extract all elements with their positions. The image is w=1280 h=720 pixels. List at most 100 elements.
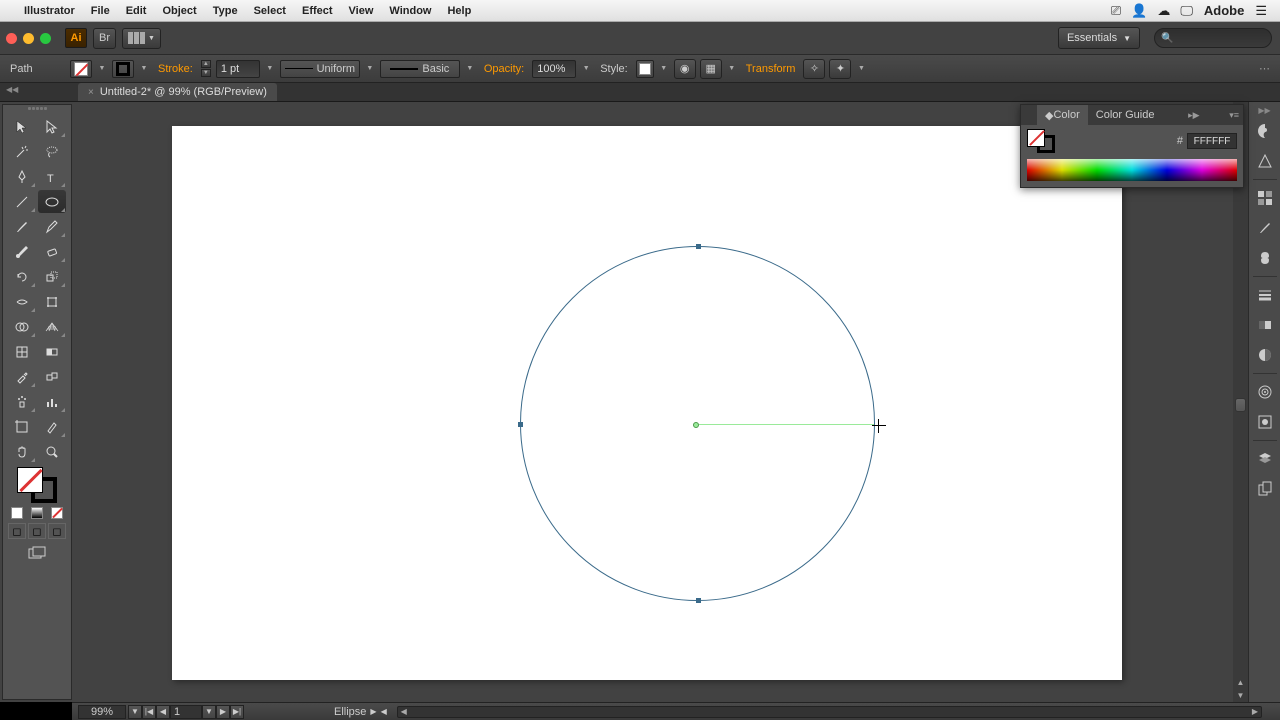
isolate-button[interactable]: ✧ xyxy=(803,59,825,79)
color-spectrum[interactable] xyxy=(1027,159,1237,181)
width-tool[interactable] xyxy=(8,290,36,313)
color-tab[interactable]: ◆ Color xyxy=(1037,105,1088,125)
next-artboard-button[interactable]: ▶ xyxy=(216,705,230,719)
color-guide-tab[interactable]: Color Guide xyxy=(1088,105,1163,125)
vertical-scrollbar[interactable]: ▲ ▼ xyxy=(1233,102,1248,702)
brush-dropdown[interactable]: ▼ xyxy=(464,60,476,78)
gradient-tool[interactable] xyxy=(38,340,66,363)
brushes-panel-icon[interactable] xyxy=(1251,215,1279,241)
pencil-tool[interactable] xyxy=(38,215,66,238)
zoom-window-button[interactable] xyxy=(40,33,51,44)
menu-window[interactable]: Window xyxy=(381,5,439,17)
menu-help[interactable]: Help xyxy=(439,5,479,17)
color-guide-panel-icon[interactable] xyxy=(1251,148,1279,174)
shape-builder-tool[interactable] xyxy=(8,315,36,338)
anchor-point[interactable] xyxy=(518,422,523,427)
free-transform-tool[interactable] xyxy=(38,290,66,313)
graphic-styles-panel-icon[interactable] xyxy=(1251,409,1279,435)
scroll-up-icon[interactable]: ▲ xyxy=(1233,676,1248,689)
menu-view[interactable]: View xyxy=(341,5,382,17)
mesh-tool[interactable] xyxy=(8,340,36,363)
panel-menu-icon[interactable]: ▾≡ xyxy=(1225,110,1243,121)
gradient-mode-button[interactable] xyxy=(28,505,46,521)
opacity-dropdown[interactable]: ▼ xyxy=(580,60,592,78)
minimize-window-button[interactable] xyxy=(23,33,34,44)
collapse-dock-icon[interactable]: ▶▶ xyxy=(1258,106,1270,116)
anchor-point[interactable] xyxy=(696,598,701,603)
prev-artboard-button[interactable]: ◀ xyxy=(156,705,170,719)
draw-behind-button[interactable]: ◻ xyxy=(28,523,46,539)
menu-select[interactable]: Select xyxy=(246,5,294,17)
transparency-panel-icon[interactable] xyxy=(1251,342,1279,368)
recolor-artwork-button[interactable]: ◉ xyxy=(674,59,696,79)
lasso-tool[interactable] xyxy=(38,140,66,163)
last-artboard-button[interactable]: ▶| xyxy=(230,705,244,719)
panel-grip-icon[interactable] xyxy=(22,107,52,113)
close-tab-icon[interactable]: × xyxy=(88,87,94,98)
rotate-tool[interactable] xyxy=(8,265,36,288)
similar-dropdown[interactable]: ▼ xyxy=(855,60,867,78)
document-tab[interactable]: × Untitled-2* @ 99% (RGB/Preview) xyxy=(78,83,277,101)
brush-definition[interactable]: Basic xyxy=(380,60,460,78)
menu-file[interactable]: File xyxy=(83,5,118,17)
search-input[interactable]: 🔍 xyxy=(1154,28,1272,48)
stroke-weight-dropdown[interactable]: ▼ xyxy=(264,60,276,78)
list-icon[interactable]: ☰ xyxy=(1250,3,1272,19)
hscroll-left-icon[interactable]: ◀ xyxy=(381,707,387,716)
panel-collapse-icon[interactable]: ▸▶ xyxy=(1184,110,1203,121)
color-panel-fillstroke[interactable] xyxy=(1027,129,1055,153)
menu-object[interactable]: Object xyxy=(154,5,204,17)
artboards-panel-icon[interactable] xyxy=(1251,476,1279,502)
eyedropper-tool[interactable] xyxy=(8,365,36,388)
direct-selection-tool[interactable] xyxy=(38,115,66,138)
profile-dropdown[interactable]: ▼ xyxy=(364,60,376,78)
adobe-label[interactable]: Adobe xyxy=(1198,3,1250,18)
collapse-tools-icon[interactable]: ◀◀ xyxy=(6,85,18,94)
opacity-field[interactable]: 100% xyxy=(532,60,576,78)
user-icon[interactable]: 👤 xyxy=(1126,3,1152,19)
style-dropdown[interactable]: ▼ xyxy=(658,60,670,78)
scale-tool[interactable] xyxy=(38,265,66,288)
blob-brush-tool[interactable] xyxy=(8,240,36,263)
pen-tool[interactable] xyxy=(8,165,36,188)
slice-tool[interactable] xyxy=(38,415,66,438)
symbols-panel-icon[interactable] xyxy=(1251,245,1279,271)
bridge-button[interactable]: Br xyxy=(93,28,116,49)
type-tool[interactable]: T xyxy=(38,165,66,188)
transform-label[interactable]: Transform xyxy=(742,63,800,75)
color-panel-icon[interactable] xyxy=(1251,118,1279,144)
menu-type[interactable]: Type xyxy=(205,5,246,17)
zoom-dropdown[interactable]: ▼ xyxy=(128,705,142,719)
stroke-label[interactable]: Stroke: xyxy=(154,63,197,75)
fill-stroke-control[interactable] xyxy=(17,467,57,503)
select-similar-button[interactable]: ✦ xyxy=(829,59,851,79)
canvas-area[interactable]: ▲ ▼ xyxy=(72,102,1248,702)
symbol-sprayer-tool[interactable] xyxy=(8,390,36,413)
display-icon[interactable]: 🖵 xyxy=(1175,3,1198,19)
stroke-swatch[interactable] xyxy=(112,60,134,78)
eraser-tool[interactable] xyxy=(38,240,66,263)
gradient-panel-icon[interactable] xyxy=(1251,312,1279,338)
fill-dropdown[interactable]: ▼ xyxy=(96,60,108,78)
control-bar-menu-icon[interactable]: ⋯ xyxy=(1255,62,1274,75)
align-button[interactable]: ▦ xyxy=(700,59,722,79)
status-menu-icon[interactable]: ▶ xyxy=(370,707,376,716)
scrollbar-thumb[interactable] xyxy=(1235,398,1246,412)
anchor-point[interactable] xyxy=(696,244,701,249)
color-mode-button[interactable] xyxy=(8,505,26,521)
draw-inside-button[interactable]: ◻ xyxy=(48,523,66,539)
zoom-tool[interactable] xyxy=(38,440,66,463)
menu-app[interactable]: Illustrator xyxy=(16,5,83,17)
stroke-dropdown[interactable]: ▼ xyxy=(138,60,150,78)
stroke-weight-field[interactable]: 1 pt xyxy=(216,60,260,78)
cloud-icon[interactable]: ☁ xyxy=(1152,3,1175,19)
layers-panel-icon[interactable] xyxy=(1251,446,1279,472)
menu-effect[interactable]: Effect xyxy=(294,5,341,17)
appearance-panel-icon[interactable] xyxy=(1251,379,1279,405)
fill-color-icon[interactable] xyxy=(17,467,43,493)
close-window-button[interactable] xyxy=(6,33,17,44)
artboard-number-field[interactable]: 1 xyxy=(170,705,202,719)
zoom-level-field[interactable]: 99% xyxy=(78,705,126,719)
paintbrush-tool[interactable] xyxy=(8,215,36,238)
workspace-switcher[interactable]: Essentials ▼ xyxy=(1058,27,1140,49)
